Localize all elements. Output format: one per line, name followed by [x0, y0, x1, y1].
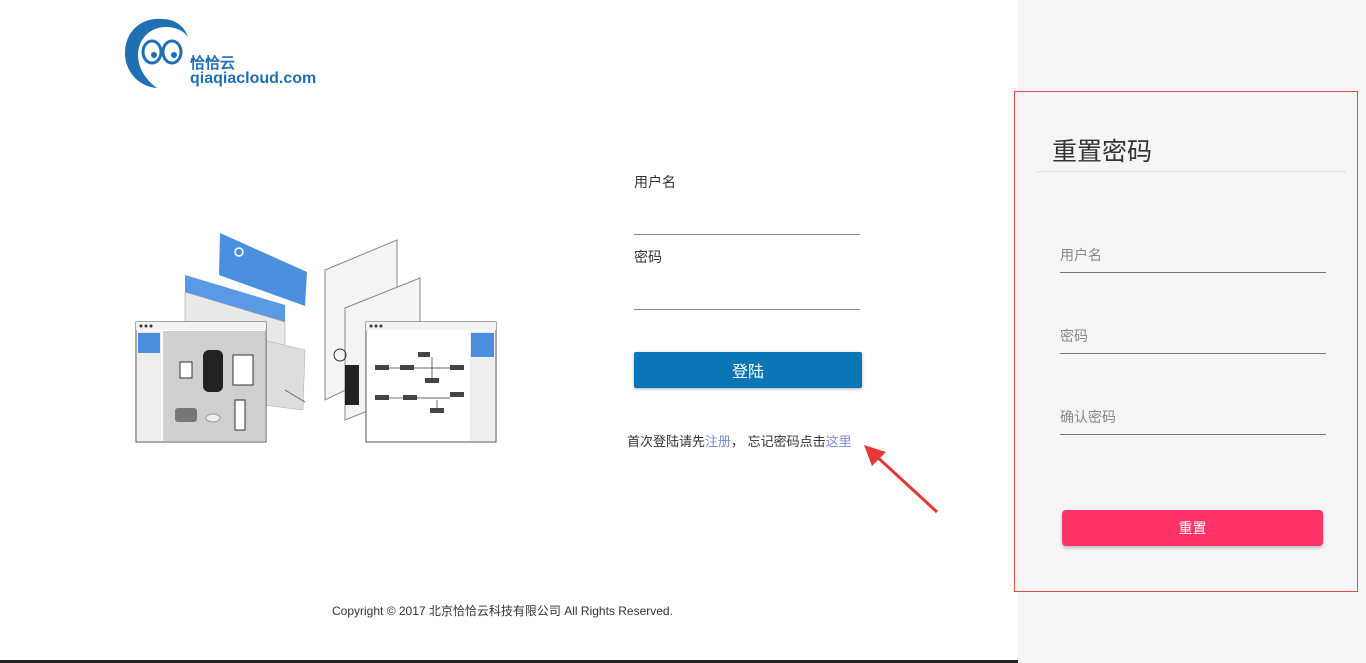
reset-password-panel: 重置密码 重置: [1014, 91, 1358, 592]
reset-confirm-group: [1060, 400, 1326, 435]
username-input[interactable]: [634, 198, 860, 235]
product-illustration: [135, 230, 500, 445]
logo: 恰恰云 qiaqiacloud.com: [122, 15, 322, 90]
reset-confirm-password-input[interactable]: [1060, 400, 1326, 435]
register-link[interactable]: 注册: [705, 434, 731, 449]
reset-username-input[interactable]: [1060, 238, 1326, 273]
password-input[interactable]: [634, 273, 860, 310]
reset-password-input[interactable]: [1060, 319, 1326, 354]
password-field-group: 密码: [634, 247, 862, 313]
logo-en-text: qiaqiacloud.com: [190, 70, 317, 87]
login-hint: 首次登陆请先注册， 忘记密码点击这里: [627, 431, 852, 450]
reset-username-group: [1060, 238, 1326, 273]
reset-title-divider: [1037, 171, 1346, 172]
forgot-password-link[interactable]: 这里: [826, 434, 852, 449]
reset-password-group: [1060, 319, 1326, 354]
annotation-arrow-icon: [864, 445, 939, 514]
login-form: 用户名 密码 登陆: [634, 172, 862, 388]
username-label: 用户名: [634, 174, 676, 190]
copyright-text: Copyright © 2017 北京恰恰云科技有限公司 All Rights …: [332, 604, 673, 618]
reset-title: 重置密码: [1052, 138, 1153, 166]
reset-button[interactable]: 重置: [1062, 510, 1323, 546]
password-label: 密码: [634, 249, 662, 265]
username-field-group: 用户名: [634, 172, 862, 238]
hint-middle: ， 忘记密码点击: [731, 434, 826, 449]
logo-mark-icon: [124, 18, 188, 89]
login-button[interactable]: 登陆: [634, 352, 862, 388]
hint-prefix: 首次登陆请先: [627, 434, 706, 449]
